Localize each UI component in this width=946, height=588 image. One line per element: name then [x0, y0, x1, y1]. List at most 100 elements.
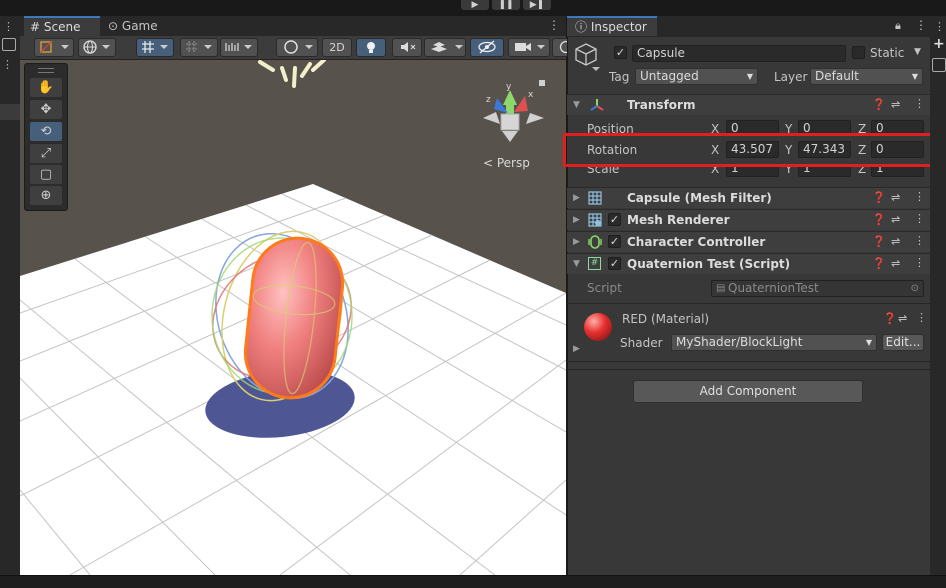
help-icon[interactable]: ❓: [872, 213, 886, 226]
tag-dropdown[interactable]: Untagged ▼: [635, 68, 758, 85]
hand-tool-button[interactable]: ✋: [30, 78, 62, 97]
kebab-menu-icon[interactable]: ⋮: [3, 20, 14, 33]
kebab-menu-icon[interactable]: ⋮: [916, 311, 927, 324]
foldout-closed-icon[interactable]: ▶: [573, 237, 580, 247]
separator: [567, 361, 930, 362]
tab-game[interactable]: ⊙ Game: [102, 16, 182, 36]
chevron-down-icon: ▼: [746, 72, 753, 81]
quaternion-test-title: Quaternion Test (Script): [627, 257, 791, 271]
edit-shader-button[interactable]: Edit...: [882, 334, 924, 351]
presets-icon[interactable]: ⇌: [898, 312, 907, 325]
info-icon: ⓘ: [575, 20, 588, 34]
mesh-renderer-checkbox[interactable]: ✓: [608, 213, 621, 226]
grid-snap-toggle[interactable]: [136, 38, 174, 57]
window-icon[interactable]: [2, 38, 16, 51]
quaternion-test-checkbox[interactable]: ✓: [608, 257, 621, 270]
gizmo-x-label: x: [528, 90, 534, 100]
presets-icon[interactable]: ⇌: [891, 257, 900, 270]
kebab-menu-icon[interactable]: ⋮: [914, 190, 925, 203]
script-field[interactable]: ▤ QuaternionTest ⊙: [711, 280, 924, 297]
tab-inspector[interactable]: ⓘ Inspector: [567, 16, 657, 36]
foldout-closed-icon[interactable]: ▶: [573, 344, 580, 354]
layer-dropdown[interactable]: Default ▼: [810, 68, 923, 85]
mesh-renderer-title: Mesh Renderer: [627, 213, 730, 227]
scene-grid-icon: #: [30, 20, 41, 34]
kebab-menu-icon[interactable]: ⋮: [914, 212, 925, 225]
tab-scene[interactable]: # Scene: [24, 16, 100, 36]
mesh-renderer-header[interactable]: ▶ ✓ Mesh Renderer ❓ ⇌ ⋮: [567, 209, 930, 230]
foldout-closed-icon[interactable]: ▶: [573, 215, 580, 225]
inspector-tab-bar: ⓘ Inspector 🔒︎ ⋮: [567, 16, 930, 37]
presets-icon[interactable]: ⇌: [891, 191, 900, 204]
object-picker-icon[interactable]: ⊙: [911, 281, 919, 296]
kebab-menu-icon[interactable]: ⋮: [548, 18, 560, 32]
scene-visibility-toggle[interactable]: [470, 38, 504, 57]
pause-button[interactable]: ❚❚: [492, 0, 520, 10]
mode-2d-toggle[interactable]: 2D: [322, 38, 352, 57]
scale-icon: ⤢: [40, 146, 52, 161]
transform-header[interactable]: ▼ Transform ❓ ⇌ ⋮: [567, 94, 930, 115]
script-hash-icon: #: [588, 257, 601, 270]
character-controller-header[interactable]: ▶ ✓ Character Controller ❓ ⇌ ⋮: [567, 231, 930, 252]
help-icon[interactable]: ❓: [872, 98, 886, 111]
more-icon[interactable]: ⋮: [2, 58, 13, 71]
help-icon[interactable]: ❓: [872, 235, 886, 248]
quaternion-test-header[interactable]: ▼ # ✓ Quaternion Test (Script) ❓ ⇌ ⋮: [567, 253, 930, 274]
add-tab-icon[interactable]: +: [933, 36, 945, 52]
foldout-closed-icon[interactable]: ▶: [573, 193, 580, 203]
increment-snap-dropdown[interactable]: [180, 38, 218, 57]
chevron-down-icon: ▼: [911, 72, 918, 81]
kebab-menu-icon[interactable]: ⋮: [915, 18, 927, 32]
shader-value: MyShader/BlockLight: [676, 335, 803, 349]
global-toggle[interactable]: [78, 38, 116, 57]
kebab-menu-icon[interactable]: ⋮: [934, 20, 945, 33]
lock-icon[interactable]: 🔒︎: [895, 19, 901, 33]
character-controller-checkbox[interactable]: ✓: [608, 235, 621, 248]
rotate-tool-button[interactable]: ⟲: [30, 122, 62, 141]
rect-tool-button[interactable]: ▢: [30, 165, 62, 184]
scene-render: z y x: [20, 60, 566, 575]
static-dropdown-icon[interactable]: ▼: [914, 47, 921, 57]
help-icon[interactable]: ❓: [872, 191, 886, 204]
audio-toggle[interactable]: [392, 38, 422, 57]
scale-tool-button[interactable]: ⤢: [30, 144, 62, 163]
hierarchy-selection: [0, 104, 20, 120]
persp-label[interactable]: < Persp: [483, 156, 530, 170]
shader-dropdown[interactable]: MyShader/BlockLight ▼: [671, 334, 877, 351]
add-component-button[interactable]: Add Component: [633, 380, 863, 403]
foldout-open-icon[interactable]: ▼: [573, 100, 580, 110]
effects-dropdown[interactable]: [424, 38, 466, 57]
presets-icon[interactable]: ⇌: [891, 98, 900, 111]
active-checkbox[interactable]: ✓: [614, 46, 627, 59]
kebab-menu-icon[interactable]: ⋮: [914, 256, 925, 269]
move-tool-button[interactable]: ✥: [30, 100, 62, 119]
static-checkbox[interactable]: [852, 46, 865, 59]
transform-tool-button[interactable]: ⊕: [30, 186, 62, 205]
foldout-open-icon[interactable]: ▼: [573, 259, 580, 269]
play-button[interactable]: ▶: [461, 0, 489, 10]
presets-icon[interactable]: ⇌: [891, 235, 900, 248]
mesh-renderer-icon: [588, 213, 602, 227]
globe-icon: [83, 40, 110, 54]
tag-value: Untagged: [640, 69, 699, 83]
drag-handle[interactable]: [38, 68, 54, 73]
scene-viewport[interactable]: z y x: [20, 60, 566, 575]
material-name: RED (Material): [622, 312, 710, 326]
presets-icon[interactable]: ⇌: [891, 213, 900, 226]
snap-increment-dropdown[interactable]: [220, 38, 258, 57]
object-name-field[interactable]: Capsule: [632, 45, 846, 62]
shading-mode-dropdown[interactable]: [276, 38, 318, 57]
help-icon[interactable]: ❓: [872, 257, 886, 270]
window-icon[interactable]: [932, 58, 946, 72]
kebab-menu-icon[interactable]: ⋮: [914, 234, 925, 247]
camera-dropdown[interactable]: [508, 38, 550, 57]
kebab-menu-icon[interactable]: ⋮: [914, 97, 925, 110]
right-panel-strip: ⋮ +: [930, 16, 946, 575]
mesh-filter-header[interactable]: ▶ Capsule (Mesh Filter) ❓ ⇌ ⋮: [567, 187, 930, 208]
cube-icon: [575, 43, 600, 71]
draw-mode-dropdown[interactable]: [34, 38, 74, 57]
character-controller-icon: [588, 235, 602, 249]
lighting-toggle[interactable]: [356, 38, 386, 57]
step-button[interactable]: ▶❚: [523, 0, 551, 10]
help-icon[interactable]: ❓: [883, 312, 897, 325]
